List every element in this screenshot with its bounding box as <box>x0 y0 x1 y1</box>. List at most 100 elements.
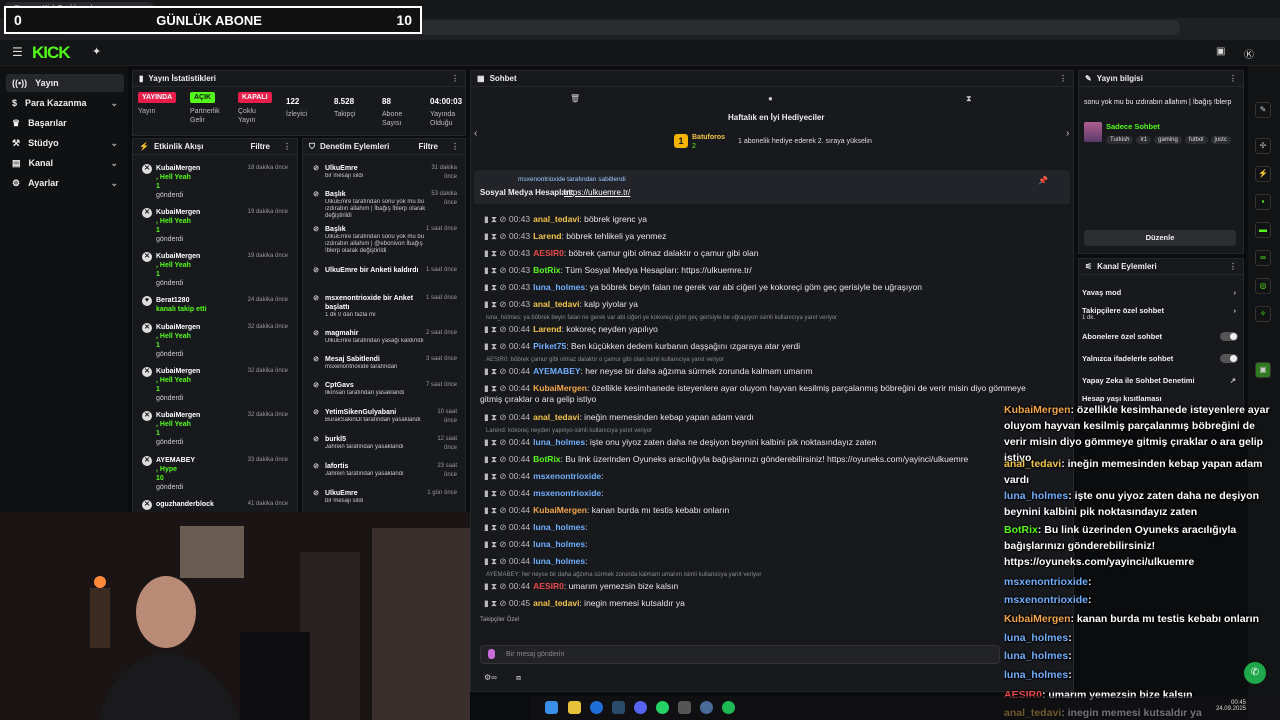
chat-message[interactable]: ▮ ⧗ ⊘ 00:44 AYEMABEY: her neyse bir daha … <box>484 366 1064 377</box>
pin-tool-icon[interactable]: ✢ <box>1255 138 1271 154</box>
chat-user[interactable]: msxenontrioxide <box>533 471 601 481</box>
chat-message[interactable]: ▮ ⧗ ⊘ 00:43 anal_tedavi: böbrek igrenc ya <box>484 214 1064 225</box>
mod-user[interactable]: Mesaj Sabitlendi <box>325 355 423 364</box>
windows-icon[interactable] <box>545 701 558 714</box>
mod-tools-icon[interactable]: ▮ ⧗ ⊘ <box>484 231 509 241</box>
mod-user[interactable]: Başlık <box>325 190 423 199</box>
mod-user[interactable]: Başlık <box>325 225 423 234</box>
pencil-tool-icon[interactable]: ✎ <box>1255 102 1271 118</box>
moderation-item[interactable]: ⊘ UlkuEmre bir mesajı sildi 1 gün önce <box>313 489 463 505</box>
mod-tools-icon[interactable]: ▮ ⧗ ⊘ <box>484 366 509 376</box>
sidebar-item-basarilar[interactable]: ♛ Başarılar <box>6 114 124 132</box>
moderation-item[interactable]: ⊘ lafortis Jahrein tarafından yasaklandı 23… <box>313 462 463 478</box>
kick-k-icon[interactable]: Ⓚ <box>1244 46 1254 61</box>
chat-message[interactable]: ▮ ⧗ ⊘ 00:43 Larend: böbrek tehlikeli ya y… <box>484 231 1064 242</box>
monitor-icon[interactable]: ▣ <box>1216 46 1225 57</box>
wand-icon[interactable]: ✦ <box>92 45 101 58</box>
chat-user[interactable]: anal_tedavi <box>533 598 579 608</box>
chat-message[interactable]: ▮ ⧗ ⊘ 00:44 luna_holmes: işte onu yiyoz z… <box>484 437 1064 448</box>
moderation-item[interactable]: ⊘ UlkuEmre bir Anketi kaldırdı 1 saat önce <box>313 266 463 275</box>
chat-user[interactable]: anal_tedavi <box>533 299 579 309</box>
mod-tools-icon[interactable]: ▮ ⧗ ⊘ <box>484 282 509 292</box>
ai-moderation-row[interactable]: Yapay Zeka ile Sohbet Denetimi ↗ <box>1082 376 1242 385</box>
sidebar-item-kanal[interactable]: ▤ Kanal ⌄ <box>6 154 124 172</box>
mod-tools-icon[interactable]: ▮ ⧗ ⊘ <box>484 471 509 481</box>
chat-message[interactable]: ▮ ⧗ ⊘ 00:44 KubaiMergen: özellikle kesimh… <box>484 383 1064 394</box>
pinned-link[interactable]: https://ulkuemre.tr/ <box>564 188 630 197</box>
moderation-item[interactable]: ⊘ Mesaj Sabitlendi msxenontrioxide tarafın… <box>313 355 463 371</box>
broadcast-tool-icon[interactable]: ◎ <box>1255 278 1271 294</box>
chat-message[interactable]: gitmiş çıraklar o ara gelip istiyo <box>480 394 1060 405</box>
emote-icon[interactable] <box>488 649 495 659</box>
moderation-item[interactable]: ⊘ burkl5 Jahrein tarafından yasaklandı 12 s… <box>313 435 463 451</box>
link-tool-icon[interactable]: ∞ <box>1255 250 1271 266</box>
mod-user[interactable]: YetimSikenGulyabani <box>325 408 423 417</box>
app-icon[interactable] <box>678 701 691 714</box>
chat-message[interactable]: ▮ ⧗ ⊘ 00:44 Pirket75: Ben küçükken dedem … <box>484 341 1064 352</box>
chevron-right-icon[interactable]: › <box>1066 128 1069 139</box>
mod-tools-icon[interactable]: ▮ ⧗ ⊘ <box>484 454 509 464</box>
activity-item[interactable]: ✕ KubaiMergen, Hell Yeah 1 gönderdi 19 dakik… <box>142 208 294 244</box>
whatsapp-icon[interactable] <box>656 701 669 714</box>
mod-tools-icon[interactable]: ▮ ⧗ ⊘ <box>484 214 509 224</box>
chat-message[interactable]: ▮ ⧗ ⊘ 00:44 anal_tedavi: ineğin memesinde… <box>484 412 1064 423</box>
moderation-item[interactable]: ⊘ magmahir UlkuEmre tarafından yasağı kald… <box>313 329 463 345</box>
moderation-item[interactable]: ⊘ YetimSikenGulyabani BurakSakinOl tarafın… <box>313 408 463 424</box>
chat-tool-icon[interactable]: ▬ <box>1255 222 1271 238</box>
mod-tools-icon[interactable]: ▮ ⧗ ⊘ <box>484 581 509 591</box>
mod-tools-icon[interactable]: ▮ ⧗ ⊘ <box>484 522 509 532</box>
mod-user[interactable]: magmahir <box>325 329 423 338</box>
activity-item[interactable]: ✕ KubaiMergen, Hell Yeah 1 gönderdi 32 dakik… <box>142 411 294 447</box>
chat-user[interactable]: BotRix <box>533 265 560 275</box>
moderation-item[interactable]: ⊘ CptGavs İlkinsan tarafından yasaklandı 7 … <box>313 381 463 397</box>
chat-user[interactable]: AESIR0 <box>533 581 564 591</box>
moderation-filter-button[interactable]: Filtre <box>418 142 438 151</box>
followers-chat-row[interactable]: Takipçilere özel sohbet › 1 dk. <box>1082 306 1242 321</box>
activity-filter-button[interactable]: Filtre <box>250 142 270 151</box>
trash-icon[interactable]: 🗑 <box>570 94 580 103</box>
more-icon[interactable]: ⋮ <box>1059 74 1067 83</box>
more-icon[interactable]: ⋮ <box>283 142 291 151</box>
gift-icon[interactable]: ⧈ <box>516 673 521 683</box>
mod-user[interactable]: msxenontrioxide bir Anket başlattı <box>325 294 423 312</box>
mod-tools-icon[interactable]: ▮ ⧗ ⊘ <box>484 556 509 566</box>
chat-user[interactable]: luna_holmes <box>533 282 585 292</box>
pin-icon[interactable]: 📌 <box>1038 176 1048 185</box>
kick-logo[interactable]: KICK <box>32 43 71 63</box>
moderation-item[interactable]: ⊘ msxenontrioxide bir Anket başlattı 1 dk … <box>313 294 463 319</box>
activity-item[interactable]: ✕ AYEMABEY, Hype 10 gönderdi 33 dakika önce <box>142 456 294 492</box>
emote-chat-toggle[interactable] <box>1220 354 1238 363</box>
activity-item[interactable]: ✕ KubaiMergen, Hell Yeah 1 gönderdi 32 dakik… <box>142 367 294 403</box>
chat-message[interactable]: ▮ ⧗ ⊘ 00:44 Larend: kokoreç neyden yapılı… <box>484 324 1064 335</box>
chat-user[interactable]: AYEMABEY <box>533 366 580 376</box>
bolt-tool-icon[interactable]: ⚡ <box>1255 166 1271 182</box>
activity-item[interactable]: ✕ KubaiMergen, Hell Yeah 1 gönderdi 32 dakik… <box>142 323 294 359</box>
mod-tools-icon[interactable]: ▮ ⧗ ⊘ <box>484 437 509 447</box>
mod-user[interactable]: UlkuEmre <box>325 489 423 498</box>
chat-bubble-fab-icon[interactable]: ✆ <box>1244 662 1266 684</box>
chat-message[interactable]: ▮ ⧗ ⊘ 00:44 luna_holmes: <box>484 539 1064 550</box>
chat-user[interactable]: luna_holmes <box>533 539 585 549</box>
more-icon[interactable]: ⋮ <box>1229 74 1237 83</box>
mod-user[interactable]: burkl5 <box>325 435 423 444</box>
more-icon[interactable]: ⋮ <box>451 74 459 83</box>
mod-tools-icon[interactable]: ▮ ⧗ ⊘ <box>484 598 509 608</box>
chat-message[interactable]: ▮ ⧗ ⊘ 00:44 luna_holmes: <box>484 556 1064 567</box>
folder-icon[interactable] <box>568 701 581 714</box>
chat-message[interactable]: ▮ ⧗ ⊘ 00:43 BotRix: Tüm Sosyal Medya Hesa… <box>484 265 1064 276</box>
mod-tools-icon[interactable]: ▮ ⧗ ⊘ <box>484 488 509 498</box>
mod-tools-icon[interactable]: ▮ ⧗ ⊘ <box>484 505 509 515</box>
chat-user[interactable]: Pirket75 <box>533 341 566 351</box>
user-tool-icon[interactable]: ▣ <box>1255 362 1271 378</box>
chat-user[interactable]: msxenontrioxide <box>533 488 601 498</box>
settings-icon[interactable]: ⚙∞ <box>484 673 497 682</box>
mod-user[interactable]: UlkuEmre bir Anketi kaldırdı <box>325 266 423 275</box>
mod-user[interactable]: lafortis <box>325 462 423 471</box>
chat-user[interactable]: luna_holmes <box>533 522 585 532</box>
gifter-name[interactable]: Batuforos <box>692 134 725 141</box>
chrome-icon[interactable] <box>700 701 713 714</box>
chat-user[interactable]: anal_tedavi <box>533 214 579 224</box>
chat-message[interactable]: ▮ ⧗ ⊘ 00:44 KubaiMergen: kanan burda mı t… <box>484 505 1064 516</box>
sidebar-item-ayarlar[interactable]: ⚙ Ayarlar ⌄ <box>6 174 124 192</box>
category-name[interactable]: Sadece Sohbet <box>1106 122 1160 131</box>
